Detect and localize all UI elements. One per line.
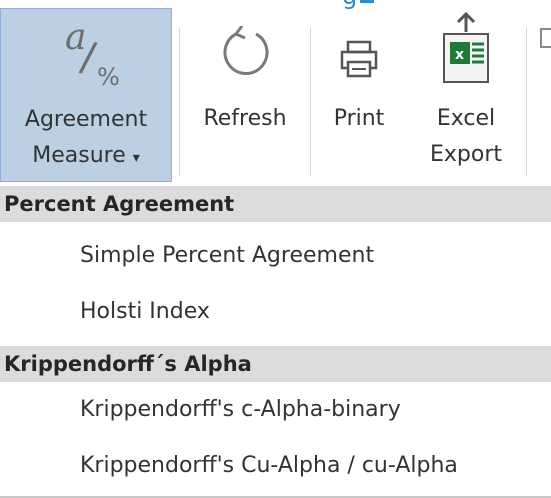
print-label: Print [333,106,385,131]
agreement-label-line2: Measure ▾ [1,139,171,175]
agreement-icon-percent: % [97,63,120,91]
printer-icon [340,40,378,78]
clipped-icon [540,28,551,48]
agreement-label-measure: Measure [32,143,126,168]
menu-item-krippendorffs-cu-alpha[interactable]: Krippendorff's Cu-Alpha / cu-Alpha [0,440,551,492]
excel-label-line1: Excel [436,106,496,131]
menu-header-krippendorffs-alpha: Krippendorff´s Alpha [0,346,551,382]
menu-item-krippendorffs-c-alpha-binary[interactable]: Krippendorff's c-Alpha-binary [0,384,551,436]
refresh-label: Refresh [203,106,287,131]
agreement-label-line1: Agreement [24,107,148,132]
excel-label-line2: Export [429,142,502,167]
excel-icon: x [443,12,489,83]
excel-export-button[interactable]: x Excel Export [414,8,518,182]
agreement-measure-button[interactable]: a / % Agreement Measure ▾ [0,8,172,182]
menu-item-holsti-index[interactable]: Holsti Index [0,286,551,338]
ribbon-toolbar: g a / % Agreement Measure ▾ Refresh [0,0,551,184]
menu-header-percent-agreement: Percent Agreement [0,186,551,222]
agreement-measure-dropdown: Percent Agreement Simple Percent Agreeme… [0,186,551,498]
ribbon-separator [310,28,311,176]
ribbon-separator [179,28,180,176]
excel-icon-letter: x [455,47,464,63]
menu-item-simple-percent-agreement[interactable]: Simple Percent Agreement [0,230,551,282]
refresh-button[interactable]: Refresh [186,8,304,182]
chevron-down-icon: ▾ [132,150,140,166]
refresh-icon [223,26,269,75]
ribbon-separator [526,28,527,176]
print-button[interactable]: Print [320,8,398,182]
agreement-measure-icon: a / % [65,17,120,91]
